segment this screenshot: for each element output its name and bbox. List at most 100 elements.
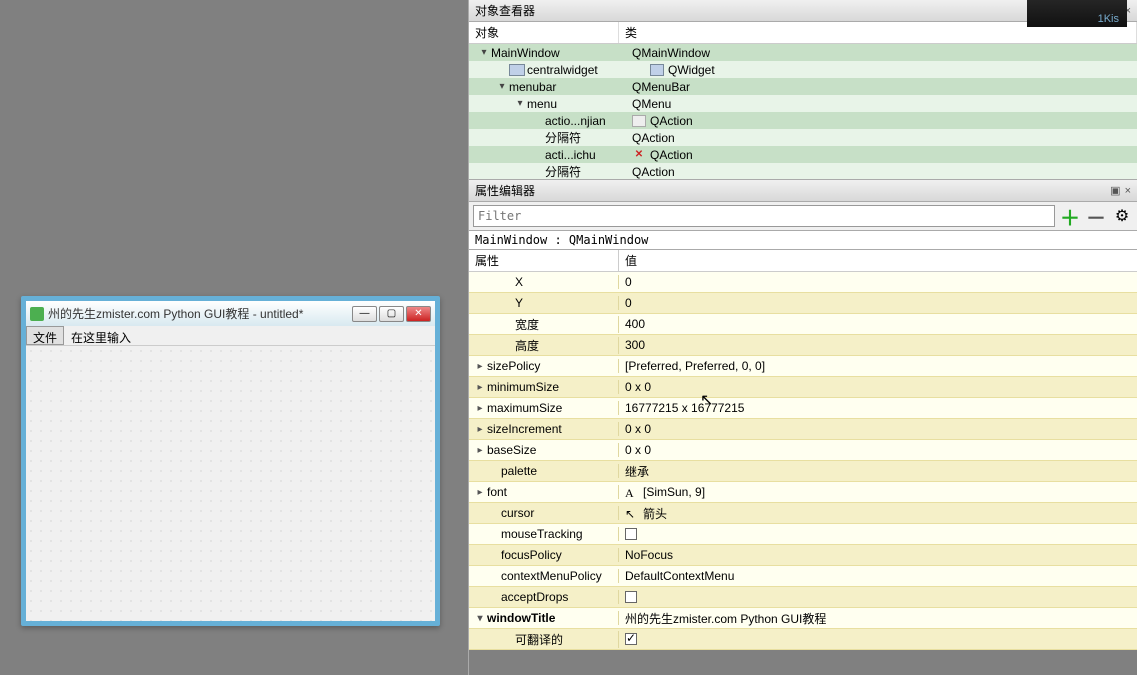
property-value[interactable]: 继承 — [619, 463, 1137, 480]
add-property-button[interactable]: ＋ — [1059, 205, 1081, 227]
property-row[interactable]: ▸sizeIncrement 0 x 0 — [469, 419, 1137, 440]
remove-property-button[interactable]: － — [1085, 205, 1107, 227]
x-icon: ✕ — [632, 149, 646, 161]
property-name: 宽度 — [515, 316, 539, 333]
action-icon — [632, 115, 646, 127]
property-row[interactable]: 高度 300 — [469, 335, 1137, 356]
property-name: 高度 — [515, 337, 539, 354]
property-value[interactable] — [619, 528, 1137, 540]
filter-input[interactable] — [473, 205, 1055, 227]
property-value[interactable]: 0 x 0 — [619, 380, 1137, 394]
checkbox[interactable] — [625, 528, 637, 540]
property-table[interactable]: X0Y0宽度400高度300▸sizePolicy[Preferred, Pre… — [469, 272, 1137, 675]
property-row[interactable]: ▾windowTitle 州的先生zmister.com Python GUI教程 — [469, 608, 1137, 629]
font-icon: A — [625, 486, 639, 498]
design-canvas[interactable]: 州的先生zmister.com Python GUI教程 - untitled*… — [0, 0, 468, 675]
property-name: minimumSize — [487, 380, 559, 394]
tree-row[interactable]: ▾menuQMenu — [469, 95, 1137, 112]
property-value[interactable]: 0 — [619, 296, 1137, 310]
property-name: 可翻译的 — [515, 631, 563, 648]
property-value[interactable]: ↖箭头 — [619, 505, 1137, 522]
property-row[interactable]: 可翻译的 — [469, 629, 1137, 650]
expand-arrow-icon[interactable]: ▸ — [473, 424, 487, 435]
property-row[interactable]: mouseTracking — [469, 524, 1137, 545]
minimize-button[interactable]: — — [352, 306, 377, 322]
property-table-header: 属性 值 — [469, 250, 1137, 272]
maximize-button[interactable]: ▢ — [379, 306, 404, 322]
property-value[interactable]: 0 — [619, 275, 1137, 289]
object-name: acti...ichu — [545, 148, 626, 162]
property-name: palette — [501, 464, 537, 478]
tree-row[interactable]: centralwidgetQWidget — [469, 61, 1137, 78]
expand-arrow-icon[interactable]: ▾ — [495, 81, 509, 92]
preview-menubar[interactable]: 文件 在这里输入 — [26, 326, 435, 346]
property-row[interactable]: palette 继承 — [469, 461, 1137, 482]
expand-arrow-icon[interactable]: ▾ — [513, 98, 527, 109]
property-name: X — [515, 275, 523, 289]
property-name: focusPolicy — [501, 548, 562, 562]
performance-gauge: 1Kis — [1027, 0, 1127, 27]
property-value[interactable]: 0 x 0 — [619, 443, 1137, 457]
close-button[interactable]: ✕ — [406, 306, 431, 322]
property-name: sizeIncrement — [487, 422, 562, 436]
tree-row[interactable]: 分隔符QAction — [469, 163, 1137, 179]
property-value[interactable]: 400 — [619, 317, 1137, 331]
expand-arrow-icon[interactable]: ▸ — [473, 403, 487, 414]
property-row[interactable]: ▸font A[SimSun, 9] — [469, 482, 1137, 503]
property-row[interactable]: focusPolicy NoFocus — [469, 545, 1137, 566]
property-value[interactable]: A[SimSun, 9] — [619, 485, 1137, 499]
object-tree[interactable]: ▾MainWindowQMainWindowcentralwidgetQWidg… — [469, 44, 1137, 179]
property-value[interactable]: [Preferred, Preferred, 0, 0] — [619, 359, 1137, 373]
preview-body[interactable] — [26, 346, 435, 621]
object-class: QMenu — [626, 97, 1137, 111]
dock-close-icon[interactable]: × — [1125, 185, 1131, 197]
tree-row[interactable]: actio...njianQAction — [469, 112, 1137, 129]
expand-arrow-icon[interactable]: ▾ — [473, 613, 487, 624]
property-value[interactable]: 16777215 x 16777215 — [619, 401, 1137, 415]
property-row[interactable]: ▸minimumSize 0 x 0 — [469, 377, 1137, 398]
property-value[interactable]: NoFocus — [619, 548, 1137, 562]
property-value[interactable] — [619, 591, 1137, 603]
preview-window[interactable]: 州的先生zmister.com Python GUI教程 - untitled*… — [21, 296, 440, 626]
property-row[interactable]: X0 — [469, 272, 1137, 293]
property-editor-header[interactable]: 属性编辑器 ▣ × — [469, 180, 1137, 202]
property-name: baseSize — [487, 443, 536, 457]
property-row[interactable]: contextMenuPolicyDefaultContextMenu — [469, 566, 1137, 587]
property-value[interactable]: 0 x 0 — [619, 422, 1137, 436]
property-row[interactable]: ▸maximumSize16777215 x 16777215 — [469, 398, 1137, 419]
menu-type-here[interactable]: 在这里输入 — [64, 326, 138, 345]
property-value[interactable]: 300 — [619, 338, 1137, 352]
property-name: windowTitle — [487, 611, 555, 625]
expand-arrow-icon[interactable]: ▾ — [477, 47, 491, 58]
settings-button[interactable]: ⚙ — [1111, 205, 1133, 227]
object-name: menu — [527, 97, 626, 111]
tree-row[interactable]: 分隔符QAction — [469, 129, 1137, 146]
property-value[interactable]: 州的先生zmister.com Python GUI教程 — [619, 610, 1137, 627]
property-row[interactable]: Y0 — [469, 293, 1137, 314]
preview-titlebar[interactable]: 州的先生zmister.com Python GUI教程 - untitled*… — [26, 301, 435, 326]
expand-arrow-icon[interactable]: ▸ — [473, 487, 487, 498]
expand-arrow-icon[interactable]: ▸ — [473, 361, 487, 372]
cursor-icon: ↖ — [625, 507, 639, 519]
property-name: font — [487, 485, 507, 499]
property-value[interactable]: DefaultContextMenu — [619, 569, 1137, 583]
tree-row[interactable]: acti...ichu✕QAction — [469, 146, 1137, 163]
property-name: sizePolicy — [487, 359, 540, 373]
tree-row[interactable]: ▾menubarQMenuBar — [469, 78, 1137, 95]
menu-file[interactable]: 文件 — [26, 326, 64, 345]
property-row[interactable]: acceptDrops — [469, 587, 1137, 608]
filter-toolbar: ＋ － ⚙ — [469, 202, 1137, 231]
property-name: cursor — [501, 506, 534, 520]
property-row[interactable]: 宽度 400 — [469, 314, 1137, 335]
property-row[interactable]: ▸sizePolicy [Preferred, Preferred, 0, 0] — [469, 356, 1137, 377]
property-row[interactable]: ▸baseSize 0 x 0 — [469, 440, 1137, 461]
property-row[interactable]: cursor ↖箭头 — [469, 503, 1137, 524]
checkbox[interactable] — [625, 633, 637, 645]
expand-arrow-icon[interactable]: ▸ — [473, 382, 487, 393]
expand-arrow-icon[interactable]: ▸ — [473, 445, 487, 456]
dock-restore-icon[interactable]: ▣ — [1110, 184, 1120, 197]
property-value[interactable] — [619, 633, 1137, 645]
property-name: Y — [515, 296, 523, 310]
checkbox[interactable] — [625, 591, 637, 603]
tree-row[interactable]: ▾MainWindowQMainWindow — [469, 44, 1137, 61]
